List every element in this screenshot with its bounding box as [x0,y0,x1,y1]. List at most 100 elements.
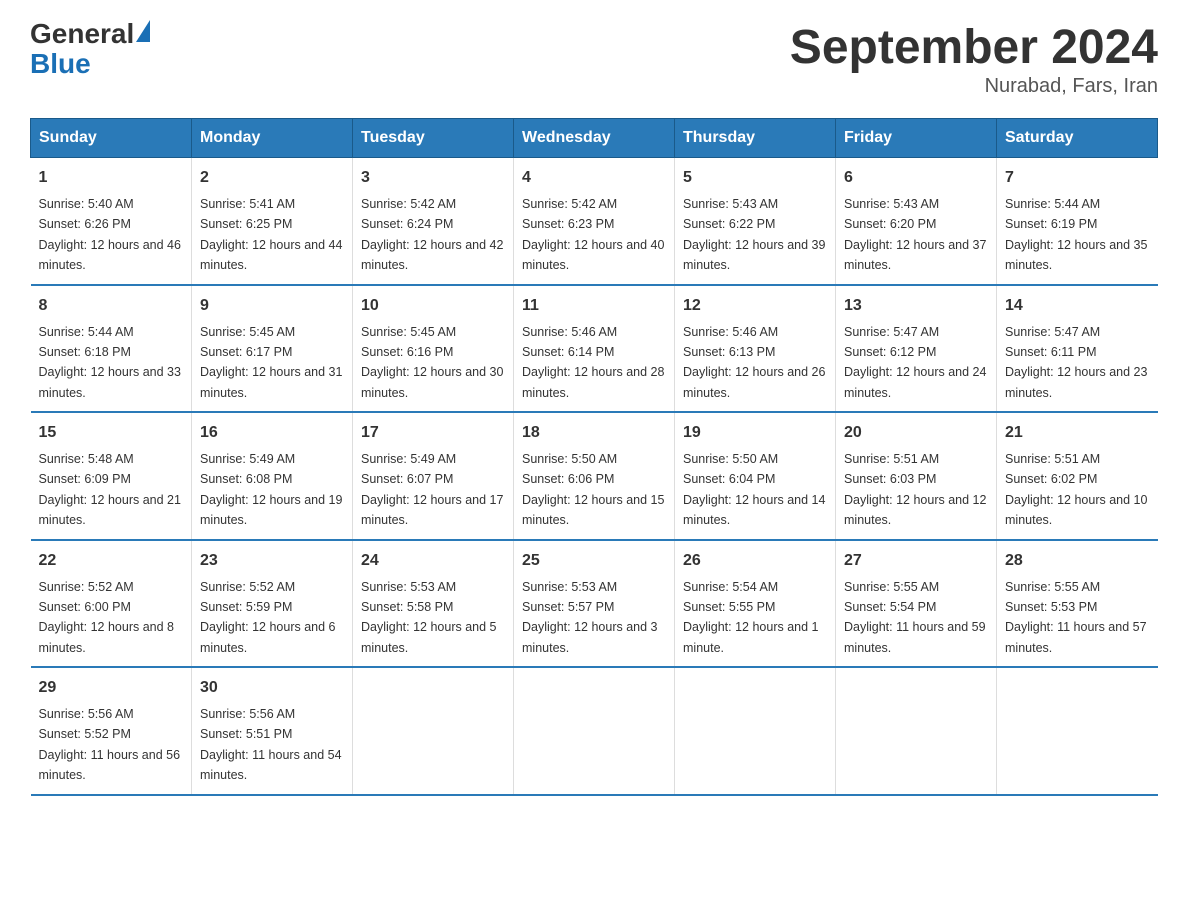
calendar-body: 1 Sunrise: 5:40 AMSunset: 6:26 PMDayligh… [31,158,1158,795]
calendar-cell: 5 Sunrise: 5:43 AMSunset: 6:22 PMDayligh… [675,158,836,285]
calendar-cell [675,667,836,795]
day-info: Sunrise: 5:43 AMSunset: 6:20 PMDaylight:… [844,197,986,272]
calendar-cell: 11 Sunrise: 5:46 AMSunset: 6:14 PMDaylig… [514,285,675,413]
day-info: Sunrise: 5:44 AMSunset: 6:18 PMDaylight:… [39,325,181,400]
calendar-cell: 1 Sunrise: 5:40 AMSunset: 6:26 PMDayligh… [31,158,192,285]
header-day-sunday: Sunday [31,119,192,158]
header-day-thursday: Thursday [675,119,836,158]
day-info: Sunrise: 5:48 AMSunset: 6:09 PMDaylight:… [39,452,181,527]
calendar-cell: 8 Sunrise: 5:44 AMSunset: 6:18 PMDayligh… [31,285,192,413]
calendar-cell: 16 Sunrise: 5:49 AMSunset: 6:08 PMDaylig… [192,412,353,540]
day-info: Sunrise: 5:50 AMSunset: 6:04 PMDaylight:… [683,452,825,527]
header-day-saturday: Saturday [997,119,1158,158]
calendar-cell: 3 Sunrise: 5:42 AMSunset: 6:24 PMDayligh… [353,158,514,285]
day-number: 18 [522,421,666,445]
day-info: Sunrise: 5:54 AMSunset: 5:55 PMDaylight:… [683,580,819,655]
day-number: 26 [683,549,827,573]
day-number: 2 [200,166,344,190]
day-number: 10 [361,294,505,318]
title-block: September 2024 Nurabad, Fars, Iran [790,20,1158,98]
header-day-wednesday: Wednesday [514,119,675,158]
day-number: 20 [844,421,988,445]
day-info: Sunrise: 5:45 AMSunset: 6:16 PMDaylight:… [361,325,503,400]
day-number: 4 [522,166,666,190]
page-header: General Blue September 2024 Nurabad, Far… [30,20,1158,98]
header-row: SundayMondayTuesdayWednesdayThursdayFrid… [31,119,1158,158]
calendar-cell: 21 Sunrise: 5:51 AMSunset: 6:02 PMDaylig… [997,412,1158,540]
calendar-cell [514,667,675,795]
day-info: Sunrise: 5:47 AMSunset: 6:12 PMDaylight:… [844,325,986,400]
calendar-cell: 10 Sunrise: 5:45 AMSunset: 6:16 PMDaylig… [353,285,514,413]
day-number: 3 [361,166,505,190]
header-day-friday: Friday [836,119,997,158]
logo-triangle-icon [136,20,150,42]
header-day-tuesday: Tuesday [353,119,514,158]
day-info: Sunrise: 5:53 AMSunset: 5:58 PMDaylight:… [361,580,497,655]
calendar-header: SundayMondayTuesdayWednesdayThursdayFrid… [31,119,1158,158]
calendar-cell: 26 Sunrise: 5:54 AMSunset: 5:55 PMDaylig… [675,540,836,668]
day-info: Sunrise: 5:56 AMSunset: 5:51 PMDaylight:… [200,707,342,782]
calendar-week-5: 29 Sunrise: 5:56 AMSunset: 5:52 PMDaylig… [31,667,1158,795]
calendar-cell: 27 Sunrise: 5:55 AMSunset: 5:54 PMDaylig… [836,540,997,668]
day-number: 14 [1005,294,1150,318]
calendar-cell: 2 Sunrise: 5:41 AMSunset: 6:25 PMDayligh… [192,158,353,285]
day-info: Sunrise: 5:42 AMSunset: 6:24 PMDaylight:… [361,197,503,272]
calendar-week-3: 15 Sunrise: 5:48 AMSunset: 6:09 PMDaylig… [31,412,1158,540]
day-info: Sunrise: 5:47 AMSunset: 6:11 PMDaylight:… [1005,325,1147,400]
day-number: 15 [39,421,184,445]
day-number: 9 [200,294,344,318]
day-number: 29 [39,676,184,700]
day-number: 30 [200,676,344,700]
calendar-cell: 17 Sunrise: 5:49 AMSunset: 6:07 PMDaylig… [353,412,514,540]
calendar-cell: 20 Sunrise: 5:51 AMSunset: 6:03 PMDaylig… [836,412,997,540]
day-number: 28 [1005,549,1150,573]
day-info: Sunrise: 5:53 AMSunset: 5:57 PMDaylight:… [522,580,658,655]
day-info: Sunrise: 5:52 AMSunset: 6:00 PMDaylight:… [39,580,175,655]
calendar-cell: 6 Sunrise: 5:43 AMSunset: 6:20 PMDayligh… [836,158,997,285]
calendar-week-2: 8 Sunrise: 5:44 AMSunset: 6:18 PMDayligh… [31,285,1158,413]
day-number: 5 [683,166,827,190]
calendar-cell: 14 Sunrise: 5:47 AMSunset: 6:11 PMDaylig… [997,285,1158,413]
calendar-cell: 24 Sunrise: 5:53 AMSunset: 5:58 PMDaylig… [353,540,514,668]
calendar-cell: 25 Sunrise: 5:53 AMSunset: 5:57 PMDaylig… [514,540,675,668]
day-number: 11 [522,294,666,318]
calendar-cell [836,667,997,795]
day-info: Sunrise: 5:46 AMSunset: 6:13 PMDaylight:… [683,325,825,400]
day-info: Sunrise: 5:42 AMSunset: 6:23 PMDaylight:… [522,197,664,272]
calendar-cell: 19 Sunrise: 5:50 AMSunset: 6:04 PMDaylig… [675,412,836,540]
calendar-cell: 4 Sunrise: 5:42 AMSunset: 6:23 PMDayligh… [514,158,675,285]
header-day-monday: Monday [192,119,353,158]
day-number: 27 [844,549,988,573]
day-info: Sunrise: 5:55 AMSunset: 5:54 PMDaylight:… [844,580,986,655]
day-info: Sunrise: 5:56 AMSunset: 5:52 PMDaylight:… [39,707,181,782]
day-info: Sunrise: 5:51 AMSunset: 6:03 PMDaylight:… [844,452,986,527]
day-number: 6 [844,166,988,190]
calendar-cell: 22 Sunrise: 5:52 AMSunset: 6:00 PMDaylig… [31,540,192,668]
day-number: 21 [1005,421,1150,445]
day-info: Sunrise: 5:41 AMSunset: 6:25 PMDaylight:… [200,197,342,272]
day-info: Sunrise: 5:49 AMSunset: 6:07 PMDaylight:… [361,452,503,527]
calendar-title: September 2024 [790,20,1158,75]
day-info: Sunrise: 5:44 AMSunset: 6:19 PMDaylight:… [1005,197,1147,272]
calendar-cell: 29 Sunrise: 5:56 AMSunset: 5:52 PMDaylig… [31,667,192,795]
day-info: Sunrise: 5:51 AMSunset: 6:02 PMDaylight:… [1005,452,1147,527]
calendar-cell: 28 Sunrise: 5:55 AMSunset: 5:53 PMDaylig… [997,540,1158,668]
calendar-cell: 13 Sunrise: 5:47 AMSunset: 6:12 PMDaylig… [836,285,997,413]
calendar-table: SundayMondayTuesdayWednesdayThursdayFrid… [30,118,1158,796]
day-number: 16 [200,421,344,445]
day-number: 1 [39,166,184,190]
calendar-cell [997,667,1158,795]
day-info: Sunrise: 5:46 AMSunset: 6:14 PMDaylight:… [522,325,664,400]
day-number: 24 [361,549,505,573]
calendar-cell: 15 Sunrise: 5:48 AMSunset: 6:09 PMDaylig… [31,412,192,540]
calendar-cell: 7 Sunrise: 5:44 AMSunset: 6:19 PMDayligh… [997,158,1158,285]
calendar-cell [353,667,514,795]
day-number: 7 [1005,166,1150,190]
day-number: 12 [683,294,827,318]
calendar-week-1: 1 Sunrise: 5:40 AMSunset: 6:26 PMDayligh… [31,158,1158,285]
calendar-cell: 18 Sunrise: 5:50 AMSunset: 6:06 PMDaylig… [514,412,675,540]
day-number: 19 [683,421,827,445]
logo-blue-text: Blue [30,48,150,80]
day-number: 22 [39,549,184,573]
day-info: Sunrise: 5:45 AMSunset: 6:17 PMDaylight:… [200,325,342,400]
